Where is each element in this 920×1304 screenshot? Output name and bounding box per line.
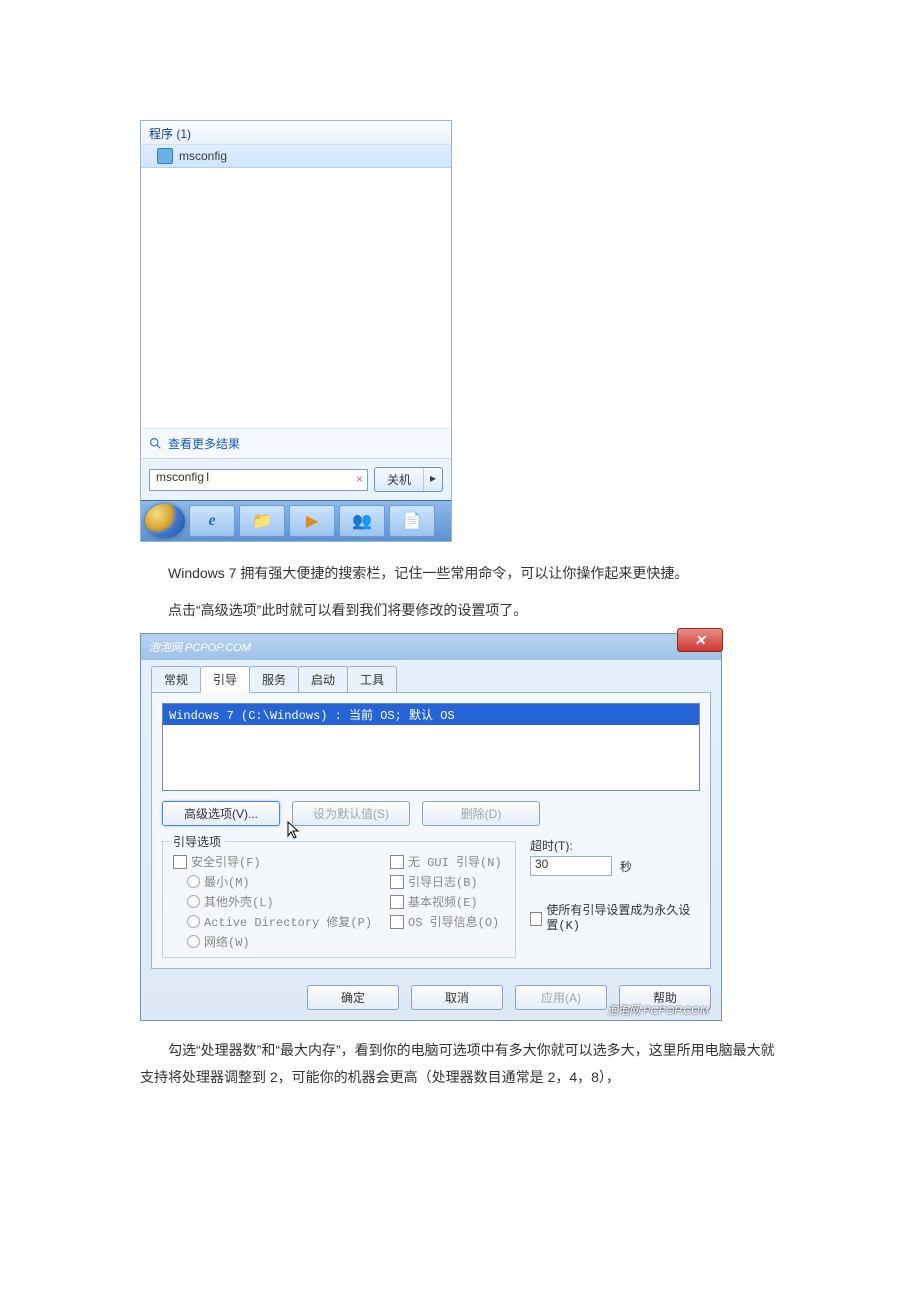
- see-more-label: 查看更多结果: [168, 435, 240, 452]
- boot-log-checkbox[interactable]: 引导日志(B): [390, 873, 502, 890]
- clear-search-icon[interactable]: ×: [356, 472, 363, 486]
- search-bar-row: msconfigI × 关机 ▸: [141, 458, 451, 500]
- minimal-radio[interactable]: 最小(M): [187, 873, 372, 890]
- apply-button[interactable]: 应用(A): [515, 985, 607, 1010]
- checkbox-icon: [390, 875, 404, 889]
- search-result-label: msconfig: [179, 149, 227, 163]
- paragraph-2: 点击“高级选项”此时就可以看到我们将要修改的设置项了。: [140, 597, 780, 624]
- paragraph-1: Windows 7 拥有强大便捷的搜索栏，记住一些常用命令，可以让你操作起来更快…: [140, 560, 780, 587]
- boot-tab-pane: Windows 7 (C:\Windows) : 当前 OS; 默认 OS 高级…: [151, 692, 711, 969]
- help-button[interactable]: 帮助: [619, 985, 711, 1010]
- radio-icon: [187, 895, 200, 908]
- os-info-checkbox[interactable]: OS 引导信息(O): [390, 913, 502, 930]
- results-empty-area: [141, 168, 451, 428]
- os-listbox[interactable]: Windows 7 (C:\Windows) : 当前 OS; 默认 OS: [162, 703, 700, 791]
- network-radio[interactable]: 网络(W): [187, 933, 372, 950]
- search-result-row[interactable]: msconfig: [141, 145, 451, 168]
- permanent-checkbox[interactable]: 使所有引导设置成为永久设置(K): [530, 904, 700, 933]
- advanced-options-button[interactable]: 高级选项(V)...: [162, 801, 280, 826]
- ok-button[interactable]: 确定: [307, 985, 399, 1010]
- tab-tools[interactable]: 工具: [347, 666, 397, 692]
- checkbox-icon: [390, 855, 404, 869]
- set-default-button[interactable]: 设为默认值(S): [292, 801, 410, 826]
- taskbar-explorer-button[interactable]: 📁: [239, 505, 285, 537]
- taskbar-wmp-button[interactable]: ▶: [289, 505, 335, 537]
- taskbar-ie-button[interactable]: e: [189, 505, 235, 537]
- radio-icon: [187, 935, 200, 948]
- folder-icon: 📁: [252, 511, 272, 531]
- search-icon: [149, 437, 162, 450]
- play-icon: ▶: [306, 511, 318, 531]
- text-cursor-icon: I: [206, 470, 207, 484]
- search-input-value: msconfig: [156, 470, 204, 484]
- boot-options-row: 引导选项 安全引导(F) 最小(M) 其他外壳(L) Active Direct…: [162, 835, 700, 958]
- start-menu-search-panel: 程序 (1) msconfig 查看更多结果 msconfigI × 关机 ▸ …: [140, 120, 452, 542]
- tab-strip: 常规 引导 服务 启动 工具: [141, 660, 721, 692]
- close-button[interactable]: ✕: [677, 628, 723, 652]
- radio-icon: [187, 875, 200, 888]
- cancel-button[interactable]: 取消: [411, 985, 503, 1010]
- dialog-footer: 确定 取消 应用(A) 帮助 泡泡网 PCPOP.COM: [141, 979, 721, 1020]
- checkbox-icon: [530, 912, 542, 926]
- tab-services[interactable]: 服务: [249, 666, 299, 692]
- delete-button[interactable]: 删除(D): [422, 801, 540, 826]
- os-action-buttons: 高级选项(V)... 设为默认值(S) 删除(D): [162, 801, 700, 826]
- cursor-arrow-icon: [286, 820, 302, 840]
- close-icon: ✕: [694, 632, 706, 649]
- safe-boot-checkbox[interactable]: 安全引导(F): [173, 853, 372, 870]
- search-input[interactable]: msconfigI ×: [149, 469, 368, 491]
- app-icon: 📄: [402, 511, 422, 531]
- checkbox-icon: [173, 855, 187, 869]
- shutdown-button[interactable]: 关机: [375, 468, 424, 491]
- tab-boot[interactable]: 引导: [200, 666, 250, 693]
- tab-startup[interactable]: 启动: [298, 666, 348, 692]
- msconfig-window: 泡泡网 PCPOP.COM ✕ 常规 引导 服务 启动 工具 Windows 7…: [140, 633, 722, 1021]
- radio-icon: [187, 915, 200, 928]
- msconfig-app-icon: [157, 148, 173, 164]
- boot-options-group: 引导选项 安全引导(F) 最小(M) 其他外壳(L) Active Direct…: [162, 841, 516, 958]
- no-gui-checkbox[interactable]: 无 GUI 引导(N): [390, 853, 502, 870]
- boot-options-legend: 引导选项: [169, 833, 225, 850]
- timeout-label: 超时(T):: [530, 837, 700, 854]
- timeout-input[interactable]: 30: [530, 856, 612, 876]
- shutdown-split-button[interactable]: 关机 ▸: [374, 467, 443, 492]
- taskbar-msn-button[interactable]: 👥: [339, 505, 385, 537]
- os-entry-row[interactable]: Windows 7 (C:\Windows) : 当前 OS; 默认 OS: [163, 704, 699, 725]
- tab-general[interactable]: 常规: [151, 666, 201, 692]
- altshell-radio[interactable]: 其他外壳(L): [187, 893, 372, 910]
- people-icon: 👥: [352, 511, 372, 531]
- programs-section-header: 程序 (1): [141, 121, 451, 145]
- shutdown-more-button[interactable]: ▸: [424, 468, 442, 491]
- ie-icon: e: [208, 512, 215, 530]
- see-more-results-link[interactable]: 查看更多结果: [141, 428, 451, 458]
- checkbox-icon: [390, 915, 404, 929]
- taskbar-app-button[interactable]: 📄: [389, 505, 435, 537]
- taskbar: e 📁 ▶ 👥 📄: [141, 500, 451, 541]
- timeout-column: 超时(T): 30 秒 使所有引导设置成为永久设置(K): [530, 835, 700, 958]
- paragraph-3: 勾选“处理器数”和“最大内存”，看到你的电脑可选项中有多大你就可以选多大，这里所…: [140, 1037, 780, 1090]
- base-video-checkbox[interactable]: 基本视频(E): [390, 893, 502, 910]
- titlebar-watermark: 泡泡网 PCPOP.COM: [149, 639, 251, 655]
- start-button[interactable]: [145, 504, 185, 538]
- seconds-label: 秒: [620, 858, 632, 875]
- os-entry-text: Windows 7 (C:\Windows) : 当前 OS; 默认 OS: [169, 709, 455, 723]
- ad-repair-radio[interactable]: Active Directory 修复(P): [187, 913, 372, 930]
- window-titlebar: 泡泡网 PCPOP.COM ✕: [141, 634, 721, 660]
- checkbox-icon: [390, 895, 404, 909]
